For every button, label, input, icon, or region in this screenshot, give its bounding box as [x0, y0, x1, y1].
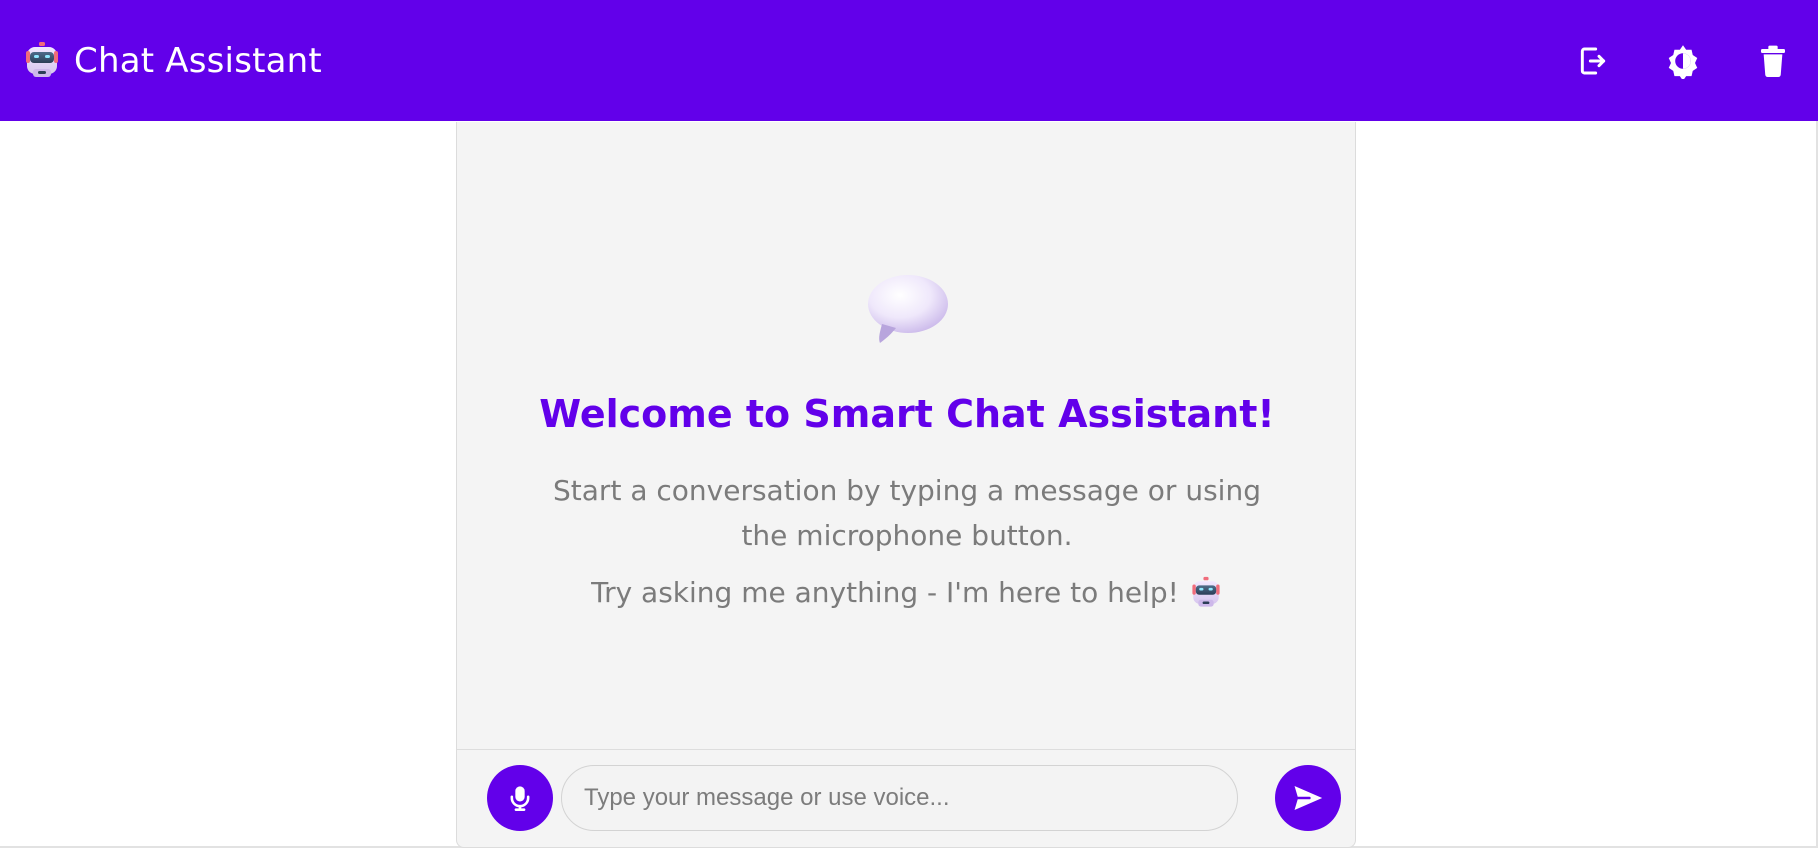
chat-app: Chat Assistant Welcome to Smart Chat Ass…: [0, 0, 1820, 851]
welcome-help-line-content: Try asking me anything - I'm here to hel…: [591, 570, 1223, 615]
brand: Chat Assistant: [22, 41, 322, 81]
microphone-button[interactable]: [487, 765, 553, 831]
logout-button[interactable]: [1548, 31, 1638, 91]
microphone-icon: [510, 786, 530, 811]
message-composer: [457, 749, 1355, 847]
header-actions: [1548, 0, 1818, 121]
speech-bubble-icon: [868, 275, 948, 343]
app-header: Chat Assistant: [0, 0, 1818, 121]
message-input[interactable]: [561, 765, 1238, 831]
trash-icon: [1761, 45, 1785, 77]
welcome-help-line: Try asking me anything - I'm here to hel…: [532, 570, 1282, 615]
send-button[interactable]: [1275, 765, 1341, 831]
theme-toggle-icon: [1668, 44, 1698, 79]
robot-icon: [26, 41, 58, 77]
welcome-instruction: Start a conversation by typing a message…: [553, 474, 1261, 552]
logout-icon: [1580, 47, 1606, 74]
clear-chat-button[interactable]: [1728, 31, 1818, 91]
send-icon: [1294, 785, 1323, 811]
welcome-panel: Welcome to Smart Chat Assistant! Start a…: [457, 122, 1355, 749]
robot-icon: [1192, 576, 1220, 607]
welcome-title: Welcome to Smart Chat Assistant!: [539, 392, 1275, 436]
theme-toggle-button[interactable]: [1638, 31, 1728, 91]
chat-panel: Welcome to Smart Chat Assistant! Start a…: [456, 122, 1356, 848]
welcome-help-text: Try asking me anything - I'm here to hel…: [591, 576, 1179, 609]
app-title: Chat Assistant: [74, 40, 322, 81]
